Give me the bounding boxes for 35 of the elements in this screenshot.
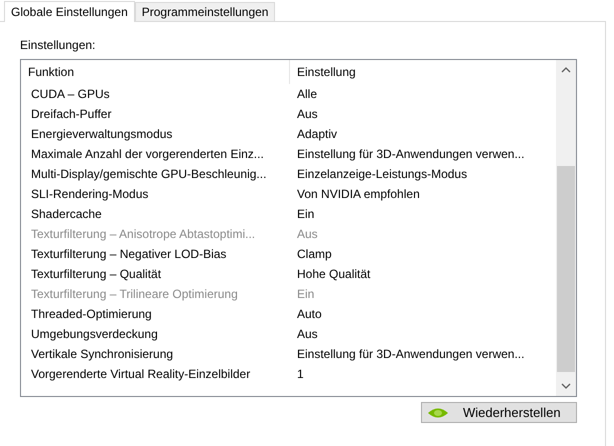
function-cell[interactable]: Dreifach-Puffer bbox=[21, 107, 297, 121]
function-cell[interactable]: CUDA – GPUs bbox=[21, 87, 297, 101]
function-cell[interactable]: Texturfilterung – Qualität bbox=[21, 267, 297, 281]
function-cell[interactable]: Threaded-Optimierung bbox=[21, 307, 297, 321]
tab[interactable]: Globale Einstellungen bbox=[4, 1, 135, 22]
function-cell[interactable]: Multi-Display/gemischte GPU-Beschleunig... bbox=[21, 167, 297, 181]
setting-cell[interactable]: Einzelanzeige-Leistungs-Modus bbox=[297, 167, 468, 181]
setting-cell[interactable]: Adaptiv bbox=[297, 127, 338, 141]
function-cell[interactable]: Maximale Anzahl der vorgerenderten Einz... bbox=[21, 147, 297, 161]
settings-label: Einstellungen: bbox=[20, 37, 96, 54]
setting-cell[interactable]: Alle bbox=[297, 87, 318, 101]
function-cell[interactable]: Vertikale Synchronisierung bbox=[21, 347, 297, 361]
setting-cell[interactable]: Auto bbox=[297, 307, 322, 321]
tab[interactable]: Programmeinstellungen bbox=[134, 2, 276, 21]
function-cell[interactable]: Umgebungsverdeckung bbox=[21, 327, 297, 341]
setting-cell[interactable]: Von NVIDIA empfohlen bbox=[297, 187, 420, 201]
column-header[interactable]: Funktion bbox=[21, 60, 290, 84]
eye-logo-icon bbox=[427, 406, 449, 418]
function-cell[interactable]: Shadercache bbox=[21, 207, 297, 221]
function-cell[interactable]: Energieverwaltungsmodus bbox=[21, 127, 297, 141]
scrollbar[interactable] bbox=[556, 60, 576, 396]
column-header[interactable]: Einstellung bbox=[290, 60, 556, 84]
restore-button[interactable]: Wiederherstellen bbox=[421, 402, 577, 423]
function-cell[interactable]: Texturfilterung – Negativer LOD-Bias bbox=[21, 247, 297, 261]
setting-cell[interactable]: 1 bbox=[297, 367, 304, 381]
function-cell[interactable]: Vorgerenderte Virtual Reality-Einzelbilder bbox=[21, 367, 297, 381]
function-cell[interactable]: SLI-Rendering-Modus bbox=[21, 187, 297, 201]
setting-cell[interactable]: Aus bbox=[297, 107, 318, 121]
setting-cell[interactable]: Aus bbox=[297, 327, 318, 341]
setting-cell[interactable]: Clamp bbox=[297, 247, 332, 261]
setting-cell[interactable]: Einstellung für 3D-Anwendungen verwen... bbox=[297, 347, 524, 361]
setting-cell[interactable]: Ein bbox=[297, 207, 314, 221]
scroll-thumb[interactable] bbox=[557, 166, 575, 372]
setting-cell[interactable]: Hohe Qualität bbox=[297, 267, 370, 281]
setting-cell[interactable]: Einstellung für 3D-Anwendungen verwen... bbox=[297, 147, 524, 161]
